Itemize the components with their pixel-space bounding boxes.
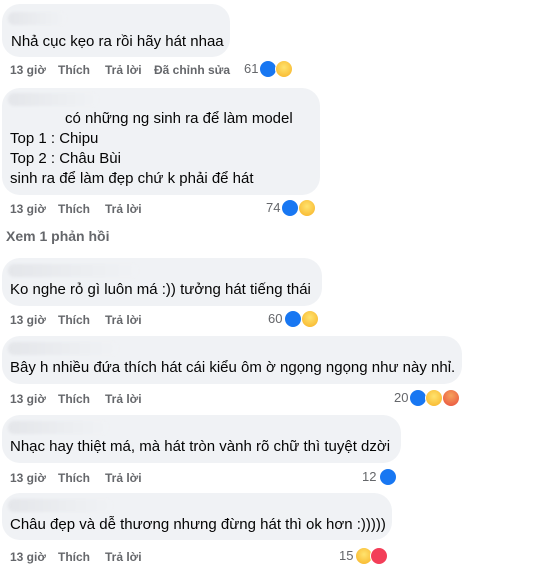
timestamp[interactable]: 13 giờ	[10, 549, 46, 565]
like-button[interactable]: Thích	[58, 391, 90, 407]
comment-bubble: Ko nghe rỏ gì luôn má :)) tưởng hát tiến…	[2, 258, 322, 306]
haha-icon	[425, 389, 443, 407]
reaction-count: 74	[266, 200, 281, 215]
timestamp[interactable]: 13 giờ	[10, 201, 46, 217]
reaction-count: 12	[362, 469, 377, 484]
reply-button[interactable]: Trả lời	[105, 470, 142, 486]
like-button[interactable]: Thích	[58, 549, 90, 565]
edited-label[interactable]: Đã chỉnh sửa	[154, 62, 230, 78]
like-icon	[379, 468, 397, 486]
comment-text: có những ng sinh ra để làm model	[65, 110, 293, 127]
like-button[interactable]: Thích	[58, 470, 90, 486]
reply-button[interactable]: Trả lời	[105, 549, 142, 565]
comment-text: Nhả cục kẹo ra rồi hãy hát nhaa	[11, 33, 224, 50]
haha-icon	[298, 199, 316, 217]
reply-button[interactable]: Trả lời	[105, 62, 142, 78]
reaction-count: 20	[394, 390, 409, 405]
comment-text: Bây h nhiều đứa thích hát cái kiểu ôm ờ …	[10, 359, 456, 376]
reaction-count: 61	[244, 61, 259, 76]
timestamp[interactable]: 13 giờ	[10, 391, 46, 407]
author-name-redacted[interactable]	[8, 421, 108, 434]
like-button[interactable]: Thích	[58, 62, 90, 78]
author-name-redacted[interactable]	[8, 93, 98, 106]
comment-bubble: Nhả cục kẹo ra rồi hãy hát nhaa	[2, 4, 230, 57]
author-name-redacted[interactable]	[8, 264, 138, 277]
reaction-summary[interactable]: 61	[240, 59, 298, 79]
author-name-redacted[interactable]	[8, 342, 118, 355]
reaction-summary[interactable]: 74	[263, 198, 321, 218]
reply-button[interactable]: Trả lời	[105, 312, 142, 328]
comment-bubble: Bây h nhiều đứa thích hát cái kiểu ôm ờ …	[2, 336, 462, 384]
comment-bubble: Châu đẹp và dễ thương nhưng đừng hát thì…	[2, 493, 392, 540]
author-name-redacted[interactable]	[8, 12, 66, 25]
reaction-summary[interactable]: 12	[360, 467, 400, 487]
reply-button[interactable]: Trả lời	[105, 391, 142, 407]
comment-bubble: có những ng sinh ra để làm model Top 1 :…	[2, 88, 320, 195]
haha-icon	[275, 60, 293, 78]
reaction-summary[interactable]: 20	[392, 388, 464, 408]
comment-text: sinh ra để làm đẹp chứ k phải để hát	[10, 170, 254, 187]
reaction-summary[interactable]: 60	[266, 309, 324, 329]
reaction-summary[interactable]: 15	[337, 546, 391, 566]
like-icon	[281, 199, 299, 217]
reaction-count: 60	[268, 311, 283, 326]
like-icon	[284, 310, 302, 328]
like-button[interactable]: Thích	[58, 312, 90, 328]
comment-text: Top 1 : Chipu	[10, 130, 99, 147]
timestamp[interactable]: 13 giờ	[10, 62, 46, 78]
timestamp[interactable]: 13 giờ	[10, 470, 46, 486]
view-replies-link[interactable]: Xem 1 phản hồi	[6, 228, 109, 244]
comment-text: Ko nghe rỏ gì luôn má :)) tưởng hát tiến…	[10, 281, 311, 298]
love-icon	[370, 547, 388, 565]
author-name-redacted[interactable]	[8, 499, 112, 512]
comment-bubble: Nhạc hay thiệt má, mà hát tròn vành rõ c…	[2, 415, 401, 463]
haha-icon	[301, 310, 319, 328]
comment-text: Top 2 : Châu Bùi	[10, 150, 121, 167]
timestamp[interactable]: 13 giờ	[10, 312, 46, 328]
like-button[interactable]: Thích	[58, 201, 90, 217]
reply-button[interactable]: Trả lời	[105, 201, 142, 217]
comment-text: Châu đẹp và dễ thương nhưng đừng hát thì…	[10, 516, 386, 533]
angry-icon	[442, 389, 460, 407]
reaction-count: 15	[339, 548, 354, 563]
comment-text: Nhạc hay thiệt má, mà hát tròn vành rõ c…	[10, 438, 391, 455]
